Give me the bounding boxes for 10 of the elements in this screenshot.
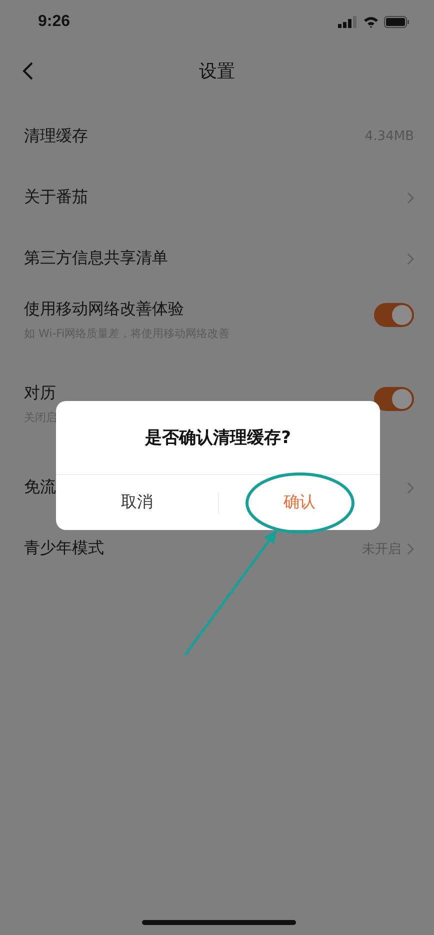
setting-label: 免流: [24, 477, 56, 498]
page-title: 设置: [199, 60, 235, 83]
status-time: 9:26: [38, 13, 70, 31]
setting-label: 青少年模式: [24, 538, 104, 559]
setting-label: 清理缓存: [24, 126, 88, 147]
dialog-title: 是否确认清理缓存?: [56, 401, 380, 475]
setting-label: 对历: [24, 383, 57, 404]
setting-label: 第三方信息共享清单: [24, 248, 168, 269]
setting-label: 使用移动网络改善体验: [24, 299, 185, 320]
setting-label: 关于番茄: [24, 187, 88, 208]
